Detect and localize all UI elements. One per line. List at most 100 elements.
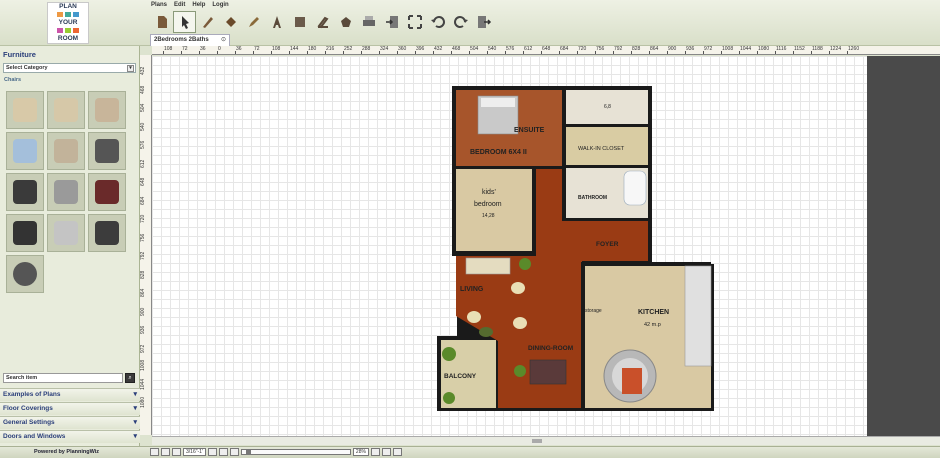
zoom-slider[interactable] xyxy=(240,449,351,455)
coffee-table[interactable] xyxy=(479,327,493,337)
menu-help[interactable]: Help xyxy=(192,2,205,8)
menu-login[interactable]: Login xyxy=(212,2,228,8)
search-icon[interactable]: ⌕ xyxy=(125,373,135,383)
chair-icon xyxy=(13,180,37,204)
scale-select[interactable]: 3/16"-1' xyxy=(183,448,206,456)
horizontal-ruler: 108 72 36 0 36 72 108 144 180 216 252 288 324 360 396 4… xyxy=(152,46,940,55)
sofa[interactable] xyxy=(465,257,511,275)
ruler-tick: 36 xyxy=(235,46,242,54)
accordion-examples[interactable]: Examples of Plans ▾ xyxy=(0,388,140,401)
pointer-icon[interactable] xyxy=(173,11,196,33)
ruler-tick: 108 xyxy=(162,46,173,54)
text-icon[interactable] xyxy=(265,11,288,33)
bathtub[interactable] xyxy=(623,170,647,206)
armchair[interactable] xyxy=(513,317,527,329)
bucket-icon[interactable] xyxy=(334,11,357,33)
ruler-tick: 864 xyxy=(648,46,659,54)
export-icon[interactable] xyxy=(472,11,495,33)
chair-item[interactable] xyxy=(88,173,126,211)
accordion-doors-windows[interactable]: Doors and Windows ▾ xyxy=(0,430,140,443)
ruler-tick: 396 xyxy=(414,46,425,54)
zoom-slider-knob[interactable] xyxy=(245,449,251,455)
chair-item[interactable] xyxy=(6,214,44,252)
ruler-tick: 828 xyxy=(630,46,641,54)
ruler-tick: 828 xyxy=(140,270,146,279)
chair-item[interactable] xyxy=(47,214,85,252)
chair-item[interactable] xyxy=(6,132,44,170)
ruler-tick: 72 xyxy=(253,46,260,54)
view-2d-icon[interactable] xyxy=(381,448,391,456)
snap-toggle-icon[interactable] xyxy=(161,448,170,456)
logo-line-your: YOUR xyxy=(58,19,78,26)
chair-item[interactable] xyxy=(88,91,126,129)
scroll-thumb[interactable] xyxy=(532,439,542,443)
ruler-tick: 936 xyxy=(140,325,146,334)
floor-plan-drawing: ENSUITE BEDROOM 6X4 II 6,8 WALK-IN CLOSE… xyxy=(437,86,714,411)
ruler-tick: 0 xyxy=(217,46,221,54)
menu-plans[interactable]: Plans xyxy=(151,2,167,8)
chair-item[interactable] xyxy=(47,173,85,211)
category-select-value: Select Category xyxy=(6,65,48,71)
kitchen-counter[interactable] xyxy=(684,265,712,367)
chair-icon xyxy=(13,98,37,122)
tab-plan[interactable]: 2Bedrooms 2Baths ⊙ xyxy=(150,34,230,46)
ruler-tick: 432 xyxy=(432,46,443,54)
document-icon[interactable] xyxy=(150,11,173,33)
fullscreen-icon[interactable] xyxy=(403,11,426,33)
search-input[interactable]: Search item xyxy=(3,373,123,383)
print-icon[interactable] xyxy=(357,11,380,33)
ruler-toggle-icon[interactable] xyxy=(172,448,181,456)
zoom-level[interactable]: 28% xyxy=(352,448,369,456)
wall-tool-icon[interactable] xyxy=(196,11,219,33)
dining-table[interactable] xyxy=(529,359,567,385)
grid-toggle-icon[interactable] xyxy=(150,448,159,456)
chair-item[interactable] xyxy=(6,173,44,211)
accordion-general-settings[interactable]: General Settings ▾ xyxy=(0,416,140,429)
furniture-panel: Furniture Select Category ▾ Chairs Searc… xyxy=(0,46,140,446)
app-logo[interactable]: PLAN YOUR ROOM xyxy=(47,2,89,44)
chair-item[interactable] xyxy=(47,91,85,129)
menu-edit[interactable]: Edit xyxy=(174,2,185,8)
zoom-fit-icon[interactable] xyxy=(218,448,228,456)
ruler-tick: 864 xyxy=(140,288,146,297)
armchair[interactable] xyxy=(511,282,525,294)
category-select[interactable]: Select Category ▾ xyxy=(3,63,136,73)
pencil-icon[interactable] xyxy=(242,11,265,33)
zoom-out-icon[interactable] xyxy=(207,448,217,456)
ruler-tick: 1044 xyxy=(738,46,752,54)
redo-icon[interactable] xyxy=(449,11,472,33)
powered-by[interactable]: Powered by PlanningWiz xyxy=(34,449,99,455)
chair-item[interactable] xyxy=(88,214,126,252)
zoom-in-icon[interactable] xyxy=(229,448,239,456)
undo-icon[interactable] xyxy=(426,11,449,33)
chair-icon xyxy=(95,139,119,163)
ruler-tick: 468 xyxy=(450,46,461,54)
chair-item[interactable] xyxy=(6,255,44,293)
chair-icon xyxy=(95,180,119,204)
ruler-tick: 720 xyxy=(140,214,146,223)
fill-icon[interactable] xyxy=(288,11,311,33)
tab-title: 2Bedrooms 2Baths xyxy=(154,37,209,43)
ruler-tick: 1080 xyxy=(140,396,146,408)
paint-icon[interactable] xyxy=(219,11,242,33)
ruler-tick: 468 xyxy=(140,85,146,94)
accordion-floor-coverings[interactable]: Floor Coverings ▾ xyxy=(0,402,140,415)
floor-plan[interactable]: ENSUITE BEDROOM 6X4 II 6,8 WALK-IN CLOSE… xyxy=(422,86,722,416)
accordion-label: Doors and Windows xyxy=(3,433,66,440)
zoom-menu-icon[interactable] xyxy=(370,448,380,456)
close-icon[interactable]: ⊙ xyxy=(221,35,226,46)
tab-bar: 2Bedrooms 2Baths ⊙ xyxy=(140,33,940,46)
main-menu: Plans Edit Help Login xyxy=(151,2,229,8)
wall-draw-icon[interactable] xyxy=(311,11,334,33)
armchair[interactable] xyxy=(467,311,481,323)
chair-item[interactable] xyxy=(6,91,44,129)
status-bar: Powered by PlanningWiz 3/16"-1' 28% xyxy=(0,446,940,458)
chair-icon xyxy=(95,221,119,245)
horizontal-scrollbar[interactable] xyxy=(152,436,940,445)
chair-item[interactable] xyxy=(47,132,85,170)
room-label-dining: DINING-ROOM xyxy=(528,345,573,352)
chair-item[interactable] xyxy=(88,132,126,170)
plan-canvas[interactable]: ENSUITE BEDROOM 6X4 II 6,8 WALK-IN CLOSE… xyxy=(152,56,867,436)
import-icon[interactable] xyxy=(380,11,403,33)
view-3d-icon[interactable] xyxy=(392,448,402,456)
